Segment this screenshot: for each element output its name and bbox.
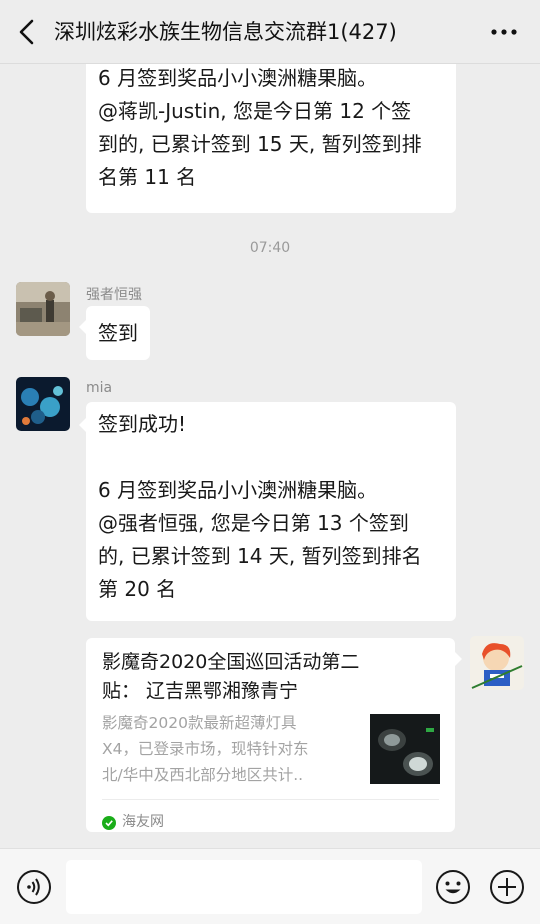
message-bubble[interactable]: 6 月签到奖品小小澳洲糖果脑。 @蒋凯-Justin, 您是今日第 12 个签 … (86, 64, 456, 213)
message-line: 的, 已累计签到 14 天, 暂列签到排名 (98, 544, 422, 568)
message-line: 6 月签到奖品小小澳洲糖果脑。 (98, 66, 378, 90)
plus-icon[interactable] (489, 869, 525, 905)
card-title-line: 影魔奇2020全国巡回活动第二 (102, 651, 360, 673)
message-line: 名第 11 名 (98, 165, 197, 189)
chevron-left-icon[interactable] (16, 18, 38, 46)
message-line: 第 20 名 (98, 577, 177, 601)
avatar[interactable] (16, 282, 70, 336)
message-line: 到的, 已累计签到 15 天, 暂列签到排 (98, 132, 422, 156)
card-desc-line: X4，已登录市场，现特针对东 (102, 740, 309, 758)
bubble-tail (79, 320, 86, 334)
sender-name: 强者恒强 (86, 287, 142, 303)
message-text: 签到 (98, 321, 138, 345)
message-input[interactable] (66, 860, 422, 914)
link-card[interactable]: 影魔奇2020全国巡回活动第二 贴： 辽吉黑鄂湘豫青宁 影魔奇2020款最新超薄… (86, 638, 455, 832)
chat-title: 深圳炫彩水族生物信息交流群1(427) (54, 20, 397, 44)
bubble-tail (455, 652, 462, 666)
message-line: 签到成功! (98, 412, 187, 436)
card-description: 影魔奇2020款最新超薄灯具 X4，已登录市场，现特针对东 北/华中及西北部分地… (102, 710, 308, 788)
chat-header: 深圳炫彩水族生物信息交流群1(427) (0, 0, 540, 64)
sender-name: mia (86, 380, 113, 396)
card-desc-line: 影魔奇2020款最新超薄灯具 (102, 714, 297, 732)
card-thumbnail (370, 714, 440, 784)
card-divider (102, 799, 439, 800)
message-line: @强者恒强, 您是今日第 13 个签到 (98, 511, 409, 535)
avatar[interactable] (470, 636, 524, 690)
card-title-line: 贴： 辽吉黑鄂湘豫青宁 (102, 680, 299, 702)
input-bar (0, 848, 540, 924)
card-title: 影魔奇2020全国巡回活动第二 贴： 辽吉黑鄂湘豫青宁 (102, 648, 359, 706)
emoji-icon[interactable] (435, 869, 471, 905)
timestamp: 07:40 (249, 240, 291, 256)
message-list[interactable]: 6 月签到奖品小小澳洲糖果脑。 @蒋凯-Justin, 您是今日第 12 个签 … (0, 64, 540, 848)
message-line: 6 月签到奖品小小澳洲糖果脑。 (98, 478, 378, 502)
message-line: @蒋凯-Justin, 您是今日第 12 个签 (98, 99, 412, 123)
card-desc-line: 北/华中及西北部分地区共计.. (102, 766, 304, 784)
card-source-name: 海友网 (122, 814, 164, 830)
ellipsis-icon[interactable] (490, 22, 518, 42)
voice-input-icon[interactable] (16, 869, 52, 905)
site-logo-icon (102, 815, 116, 830)
card-source: 海友网 (102, 806, 164, 839)
message-bubble[interactable]: 签到成功! 6 月签到奖品小小澳洲糖果脑。 @强者恒强, 您是今日第 13 个签… (86, 402, 456, 621)
bubble-tail (79, 418, 86, 432)
message-bubble[interactable]: 签到 (86, 306, 150, 360)
avatar[interactable] (16, 377, 70, 431)
